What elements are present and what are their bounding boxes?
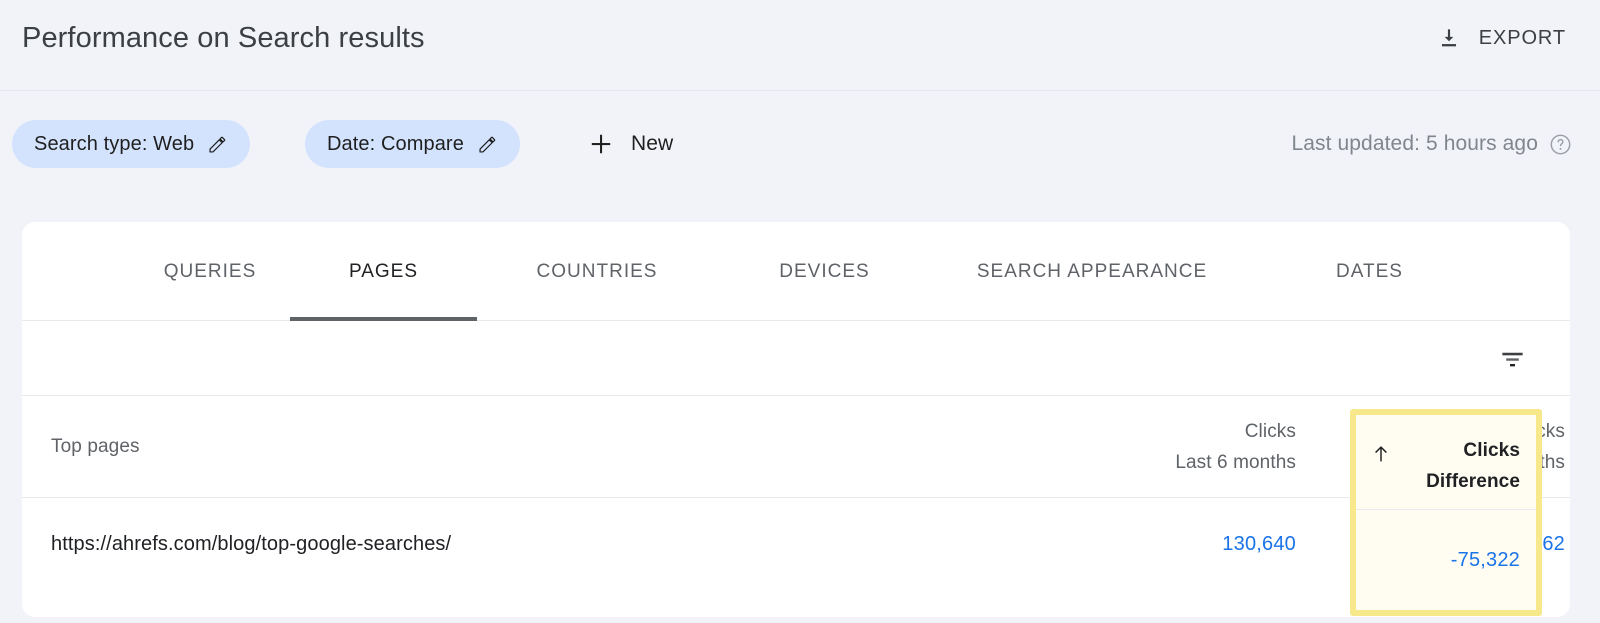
filter-list-button[interactable] — [1490, 337, 1534, 381]
pencil-icon — [207, 134, 228, 155]
report-tabs: QUERIES PAGES COUNTRIES DEVICES SEARCH A… — [22, 222, 1570, 321]
table-row[interactable]: https://ahrefs.com/blog/top-google-searc… — [22, 498, 1570, 591]
column-header-clicks-last-6-months[interactable]: Clicks Last 6 months — [996, 396, 1296, 498]
pencil-icon — [477, 134, 498, 155]
export-button[interactable]: EXPORT — [1432, 16, 1570, 60]
tab-dates[interactable]: DATES — [1302, 222, 1437, 321]
cell-page-url[interactable]: https://ahrefs.com/blog/top-google-searc… — [51, 498, 451, 591]
report-card: QUERIES PAGES COUNTRIES DEVICES SEARCH A… — [22, 222, 1570, 617]
tab-countries[interactable]: COUNTRIES — [512, 222, 682, 321]
filter-list-icon — [1499, 346, 1526, 373]
page-title: Performance on Search results — [22, 22, 425, 54]
filter-chip-date[interactable]: Date: Compare — [305, 120, 520, 168]
cell-clicks-difference: -75,322 — [1450, 549, 1520, 571]
filter-chip-search-type[interactable]: Search type: Web — [12, 120, 251, 168]
tab-pages[interactable]: PAGES — [290, 222, 477, 321]
last-updated-text: Last updated: 5 hours ago — [1291, 132, 1538, 155]
download-icon — [1436, 25, 1462, 51]
tab-search-appearance[interactable]: SEARCH APPEARANCE — [957, 222, 1227, 321]
add-new-filter-button[interactable]: New — [580, 120, 681, 168]
column-header-clicks-difference[interactable]: Clicks Difference — [1356, 415, 1536, 510]
page-header: Performance on Search results EXPORT — [0, 0, 1600, 91]
cell-clicks-last-6-months: 130,640 — [1222, 533, 1296, 555]
filter-chip-label: Date: Compare — [327, 132, 464, 155]
export-label: EXPORT — [1478, 26, 1566, 49]
performance-report-page: Performance on Search results EXPORT Sea… — [0, 0, 1600, 623]
help-circle-icon[interactable] — [1549, 133, 1572, 156]
filter-bar: Search type: Web Date: Compare New Last … — [0, 91, 1600, 196]
performance-table: Top pages Clicks Last 6 months Clicks Pr… — [22, 396, 1570, 591]
filter-chip-label: Search type: Web — [34, 132, 195, 155]
add-new-filter-label: New — [631, 132, 674, 155]
last-updated: Last updated: 5 hours ago — [1291, 120, 1572, 168]
tab-queries[interactable]: QUERIES — [127, 222, 293, 321]
column-header-top-pages[interactable]: Top pages — [51, 396, 140, 498]
table-header-row: Top pages Clicks Last 6 months Clicks Pr… — [22, 396, 1570, 498]
tab-devices[interactable]: DEVICES — [752, 222, 897, 321]
plus-icon — [588, 131, 614, 157]
column-header-line2: Difference — [1426, 471, 1520, 492]
column-header-line1: Clicks — [1463, 440, 1520, 461]
table-toolbar — [22, 321, 1570, 396]
